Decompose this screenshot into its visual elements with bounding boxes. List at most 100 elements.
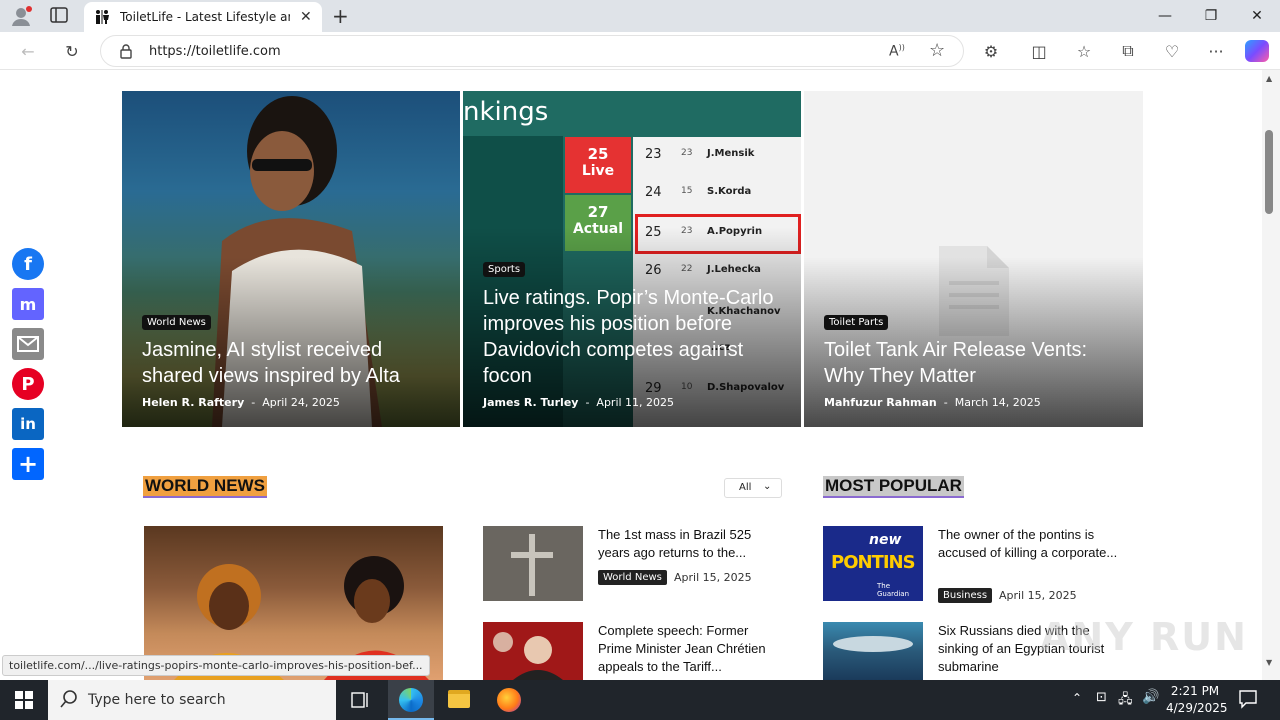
news-item-title[interactable]: The 1st mass in Brazil 525 years ago ret… <box>598 526 778 562</box>
tab-close-icon[interactable]: ✕ <box>300 9 312 25</box>
popular-item-date: April 15, 2025 <box>999 589 1077 602</box>
ranking-player-name: J.Mensik <box>707 148 755 159</box>
live-number: 25 <box>587 145 609 163</box>
ranking-player-name: S.Korda <box>707 186 752 197</box>
windows-taskbar: Type here to search ⌃ ⊡ 🖧 🔊 2:21 PM 4/29… <box>0 680 1280 720</box>
facebook-icon[interactable]: f <box>12 248 44 280</box>
hero-date: April 24, 2025 <box>262 396 340 409</box>
toilet-favicon-icon <box>94 9 110 25</box>
restore-icon[interactable]: ❐ <box>1188 0 1234 32</box>
tray-device-icon[interactable]: ⊡ <box>1096 690 1107 705</box>
hero-meta: James R. Turley - April 11, 2025 <box>483 396 675 409</box>
hero-category-badge[interactable]: World News <box>142 315 211 330</box>
hero-category-badge[interactable]: Sports <box>483 262 526 277</box>
news-item-title[interactable]: Complete speech: Former Prime Minister J… <box>598 622 783 676</box>
link-status-bar: toiletlife.com/.../live-ratings-popirs-m… <box>2 655 430 676</box>
tab-actions-icon[interactable] <box>50 7 70 25</box>
pinterest-icon[interactable]: P <box>12 368 44 400</box>
close-window-icon[interactable]: ✕ <box>1234 0 1280 32</box>
collections-icon[interactable]: ⧉ <box>1115 39 1141 63</box>
chevron-down-icon: ⌄ <box>763 481 772 492</box>
copilot-icon[interactable] <box>1245 40 1269 62</box>
share-icon[interactable]: + <box>12 448 44 480</box>
scroll-down-icon[interactable]: ▼ <box>1266 658 1272 667</box>
ranking-position: 23 <box>645 147 662 162</box>
network-icon[interactable]: 🖧 <box>1118 690 1133 712</box>
category-filter-select[interactable]: All ⌄ <box>724 478 782 498</box>
hero-title[interactable]: Toilet Tank Air Release Vents: Why They … <box>824 337 1129 389</box>
search-icon <box>60 690 78 712</box>
actual-number: 27 <box>587 203 609 221</box>
file-explorer-icon[interactable] <box>448 690 470 708</box>
live-label: Live <box>581 163 615 179</box>
tray-chevron-icon[interactable]: ⌃ <box>1072 691 1082 705</box>
minimize-icon[interactable]: — <box>1142 0 1188 32</box>
clock[interactable]: 2:21 PM 4/29/2025 <box>1166 683 1228 717</box>
hero-card-1[interactable]: World News Jasmine, AI stylist received … <box>122 91 460 427</box>
taskbar-search-box[interactable]: Type here to search <box>48 680 336 720</box>
firefox-icon[interactable] <box>497 688 521 712</box>
world-news-heading[interactable]: WORLD NEWS <box>143 476 267 498</box>
hero-card-2[interactable]: nkings 25 Live 27 Actual 2323J.Mensik241… <box>463 91 801 427</box>
mastodon-icon[interactable]: m <box>12 288 44 320</box>
tab-title: ToiletLife - Latest Lifestyle and Br <box>120 10 290 24</box>
notifications-icon[interactable] <box>1238 689 1258 713</box>
browser-essentials-icon[interactable]: ♡ <box>1159 39 1185 63</box>
scroll-thumb[interactable] <box>1265 130 1273 214</box>
linkedin-icon[interactable]: in <box>12 408 44 440</box>
popular-item-tag[interactable]: Business <box>938 588 993 603</box>
pontins-logo-new: new <box>869 532 902 548</box>
extensions-icon[interactable]: ⚙ <box>978 39 1004 63</box>
popular-item-title[interactable]: The owner of the pontins is accused of k… <box>938 526 1123 562</box>
clock-date: 4/29/2025 <box>1166 701 1228 715</box>
url-text[interactable]: https://toiletlife.com <box>149 44 281 59</box>
hero-title[interactable]: Live ratings. Popir’s Monte-Carlo improv… <box>483 285 788 389</box>
guardian-logo: The Guardian <box>877 582 910 598</box>
rankings-heading: nkings <box>463 97 549 127</box>
most-popular-heading[interactable]: MOST POPULAR <box>823 476 964 498</box>
popular-thumb-submarine[interactable] <box>823 622 923 680</box>
more-menu-icon[interactable]: ··· <box>1203 39 1229 63</box>
edge-taskbar-icon[interactable] <box>388 680 434 720</box>
news-thumb-cross[interactable] <box>483 526 583 601</box>
hero-author[interactable]: Helen R. Raftery <box>142 396 244 409</box>
hero-category-badge[interactable]: Toilet Parts <box>824 315 889 330</box>
email-icon[interactable] <box>12 328 44 360</box>
scroll-up-icon[interactable]: ▲ <box>1266 74 1272 83</box>
ranking-position: 24 <box>645 185 662 200</box>
profile-icon[interactable] <box>10 5 32 27</box>
clock-time: 2:21 PM <box>1170 684 1220 698</box>
hero-card-3[interactable]: Toilet Parts Toilet Tank Air Release Ven… <box>804 91 1143 427</box>
web-page: World News Jasmine, AI stylist received … <box>0 70 1262 680</box>
browser-titlebar: ToiletLife - Latest Lifestyle and Br ✕ +… <box>0 0 1280 32</box>
live-box: 25 Live <box>565 137 631 193</box>
favorite-star-icon[interactable]: ☆ <box>929 40 945 61</box>
hero-meta: Helen R. Raftery - April 24, 2025 <box>142 396 340 409</box>
new-tab-icon[interactable]: + <box>332 4 349 28</box>
back-icon[interactable]: ← <box>15 39 41 63</box>
news-thumb-speech[interactable] <box>483 622 583 680</box>
hero-meta: Mahfuzur Rahman - March 14, 2025 <box>824 396 1041 409</box>
tab-toiletlife[interactable]: ToiletLife - Latest Lifestyle and Br ✕ <box>84 2 322 32</box>
hero-author[interactable]: Mahfuzur Rahman <box>824 396 937 409</box>
browser-navbar: ← ↻ https://toiletlife.com A)) ☆ ⚙ ◫ ☆ ⧉… <box>0 32 1280 70</box>
task-view-icon[interactable] <box>350 690 370 710</box>
news-item-tag[interactable]: World News <box>598 570 667 585</box>
popular-thumb-pontins[interactable]: new PONTINS The Guardian <box>823 526 923 601</box>
address-bar[interactable]: https://toiletlife.com A)) ☆ <box>100 35 964 67</box>
search-placeholder: Type here to search <box>88 692 226 708</box>
ranking-previous: 15 <box>681 186 693 196</box>
anyrun-watermark: ANY RUN <box>1040 615 1248 659</box>
volume-icon[interactable]: 🔊 <box>1142 689 1159 705</box>
hero-title[interactable]: Jasmine, AI stylist received shared view… <box>142 337 442 389</box>
lock-icon[interactable] <box>119 43 133 63</box>
split-screen-icon[interactable]: ◫ <box>1026 39 1052 63</box>
page-scrollbar[interactable]: ▲ ▼ <box>1262 70 1280 680</box>
read-aloud-icon[interactable]: A)) <box>889 43 905 60</box>
filter-value: All <box>739 482 752 493</box>
refresh-icon[interactable]: ↻ <box>59 39 85 63</box>
favorites-icon[interactable]: ☆ <box>1071 39 1097 63</box>
hero-date: April 11, 2025 <box>596 396 675 409</box>
hero-author[interactable]: James R. Turley <box>483 396 578 409</box>
windows-start-icon[interactable] <box>15 691 33 713</box>
